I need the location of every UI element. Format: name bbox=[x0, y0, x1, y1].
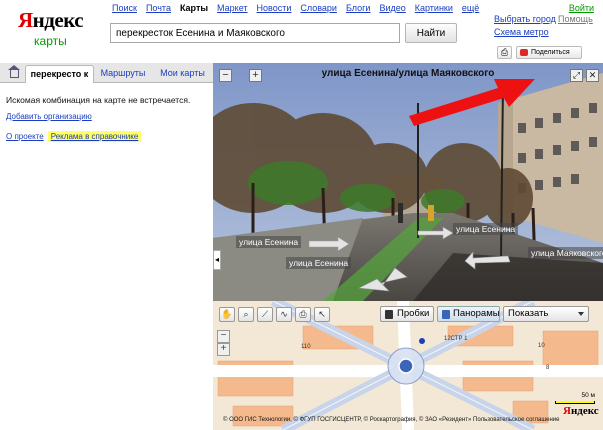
traffic-light-icon bbox=[385, 310, 393, 319]
ruler-icon: ⟋ bbox=[261, 309, 269, 319]
ads-link[interactable]: Реклама в справочнике bbox=[47, 131, 142, 142]
login-link[interactable]: Войти bbox=[569, 3, 594, 13]
map-yandex-logo: Яндекс bbox=[563, 405, 599, 417]
tab-search-results[interactable]: перекресто к bbox=[25, 65, 94, 83]
home-icon bbox=[7, 65, 20, 78]
street-label-esenina-right[interactable]: улица Есенина bbox=[453, 223, 519, 235]
map-building-label: 10 bbox=[538, 343, 545, 349]
map-zoom-out-button[interactable]: − bbox=[217, 330, 230, 343]
magnifier-icon: ⌕ bbox=[243, 309, 249, 319]
share-icon bbox=[520, 49, 528, 56]
print-tool-button[interactable]: ⎙ bbox=[295, 307, 311, 322]
nav-link-1[interactable]: Почта bbox=[146, 3, 171, 13]
chevron-down-icon bbox=[578, 312, 584, 316]
panorama-zoom-out-button[interactable]: − bbox=[219, 69, 232, 82]
expand-icon: ⤢ bbox=[572, 70, 581, 80]
panorama-expand-button[interactable]: ⤢ bbox=[570, 69, 583, 82]
nav-link-8[interactable]: Картинки bbox=[415, 3, 453, 13]
nav-link-6[interactable]: Блоги bbox=[346, 3, 370, 13]
hand-tool-button[interactable]: ✋ bbox=[219, 307, 235, 322]
traffic-button[interactable]: Пробки bbox=[380, 306, 434, 322]
collapse-panel-button[interactable]: ◂ bbox=[213, 250, 221, 270]
panorama-icon bbox=[442, 310, 450, 319]
map-building-label: 110 bbox=[301, 344, 311, 350]
nav-link-3[interactable]: Маркет bbox=[217, 3, 247, 13]
close-icon: ✕ bbox=[588, 70, 597, 80]
scale-bar bbox=[555, 401, 595, 404]
map-building-label: 8 bbox=[546, 365, 550, 371]
printer-icon: ⎙ bbox=[500, 47, 509, 57]
map-toolbar: ✋ ⌕ ⟋ ∿ ⎙ ↖ bbox=[219, 307, 330, 322]
map-building-label: 12СТР 1 bbox=[444, 336, 468, 342]
tab-home[interactable] bbox=[6, 65, 22, 83]
tab-my-maps[interactable]: Мои карты bbox=[155, 65, 210, 83]
nav-link-5[interactable]: Словари bbox=[300, 3, 337, 13]
street-label-esenina-left[interactable]: улица Есенина bbox=[236, 236, 302, 248]
street-panorama[interactable]: улица Есенина/улица Маяковского − + ⤢ ✕ … bbox=[213, 63, 603, 301]
search-button[interactable]: Найти bbox=[405, 23, 457, 43]
nav-link-4[interactable]: Новости bbox=[257, 3, 292, 13]
printer-icon: ⎙ bbox=[299, 309, 307, 319]
add-organization-link[interactable]: Добавить организацию bbox=[6, 112, 211, 121]
search-results-panel: Искомая комбинация на карте не встречает… bbox=[6, 95, 211, 142]
route-icon: ∿ bbox=[280, 309, 288, 319]
nav-link-9[interactable]: ещё bbox=[462, 3, 479, 13]
left-panel-tabs: перекресто к Маршруты Мои карты bbox=[0, 63, 213, 83]
magnifier-tool-button[interactable]: ⌕ bbox=[238, 307, 254, 322]
logo-brand: Яндекс bbox=[18, 8, 84, 32]
map-zoom-in-button[interactable]: + bbox=[217, 343, 230, 356]
logo-service-name[interactable]: карты bbox=[34, 34, 88, 48]
route-tool-button[interactable]: ∿ bbox=[276, 307, 292, 322]
scale-label: 50 м bbox=[581, 392, 595, 399]
help-link[interactable]: Помощь bbox=[558, 14, 593, 24]
map-copyright: © ООО ГИС Технологии, © ФГУП ГОСГИСЦЕНТР… bbox=[223, 417, 560, 423]
search-input[interactable] bbox=[110, 23, 400, 43]
panorama-close-button[interactable]: ✕ bbox=[586, 69, 599, 82]
nav-link-0[interactable]: Поиск bbox=[112, 3, 137, 13]
panorama-title: улица Есенина/улица Маяковского bbox=[321, 68, 495, 79]
panorama-zoom-in-button[interactable]: + bbox=[249, 69, 262, 82]
print-button[interactable]: ⎙ bbox=[497, 46, 512, 59]
choose-city-link[interactable]: Выбрать город bbox=[494, 14, 556, 24]
show-layers-select[interactable]: Показать bbox=[503, 306, 589, 322]
tab-routes[interactable]: Маршруты bbox=[98, 65, 148, 83]
top-navigation: Поиск Почта Карты Маркет Новости Словари Блоги… bbox=[112, 3, 479, 13]
about-project-link[interactable]: О проекте bbox=[6, 132, 44, 141]
panorama-image[interactable] bbox=[213, 63, 603, 301]
metro-map-link[interactable]: Схема метро bbox=[494, 27, 549, 37]
cursor-icon: ↖ bbox=[318, 309, 326, 319]
hand-icon: ✋ bbox=[221, 309, 233, 319]
select-tool-button[interactable]: ↖ bbox=[314, 307, 330, 322]
nav-link-2[interactable]: Карты bbox=[180, 3, 208, 13]
share-button[interactable]: Поделиться bbox=[516, 46, 582, 59]
street-label-esenina-bottom[interactable]: улица Есенина bbox=[286, 257, 352, 269]
ruler-tool-button[interactable]: ⟋ bbox=[257, 307, 273, 322]
nav-link-7[interactable]: Видео bbox=[379, 3, 405, 13]
map-view[interactable]: ✋ ⌕ ⟋ ∿ ⎙ ↖ Пробки Панорамы Показать − +… bbox=[213, 301, 603, 430]
yandex-logo[interactable]: Яндекс карты bbox=[18, 8, 88, 60]
street-label-mayakovskogo[interactable]: улица Маяковского bbox=[528, 247, 603, 259]
panoramas-button[interactable]: Панорамы bbox=[437, 306, 500, 322]
not-found-message: Искомая комбинация на карте не встречает… bbox=[6, 95, 191, 105]
